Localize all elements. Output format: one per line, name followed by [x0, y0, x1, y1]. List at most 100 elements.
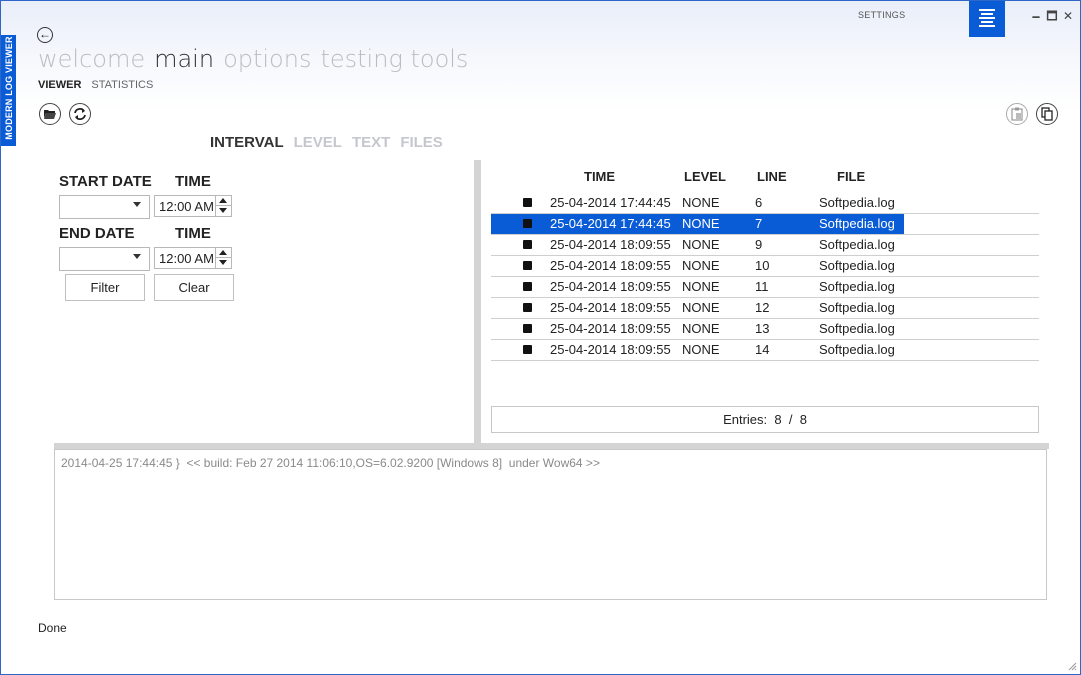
cell-line: 11 — [755, 279, 769, 294]
cell-line: 12 — [755, 300, 770, 315]
cell-file: Softpedia.log — [819, 300, 895, 315]
cell-file: Softpedia.log — [819, 279, 895, 294]
filter-button[interactable]: Filter — [65, 274, 145, 301]
filter-tabs: INTERVAL LEVEL TEXT FILES — [210, 134, 453, 151]
cell-line: 13 — [755, 321, 770, 336]
vertical-splitter[interactable] — [474, 160, 481, 443]
table-row[interactable]: 25-04-2014 18:09:55 NONE 12 Softpedia.log — [491, 298, 1039, 319]
copy-button[interactable] — [1036, 103, 1058, 125]
close-button[interactable]: ✕ — [1061, 9, 1075, 23]
cell-file: Softpedia.log — [819, 258, 895, 273]
end-date-picker[interactable] — [59, 247, 150, 271]
table-row[interactable]: 25-04-2014 18:09:55 NONE 11 Softpedia.log — [491, 277, 1039, 298]
settings-link[interactable]: SETTINGS — [858, 10, 905, 20]
menu-icon-line — [979, 17, 995, 19]
end-time-spinner[interactable] — [215, 248, 231, 268]
nav-options[interactable]: options — [223, 45, 311, 73]
paste-icon — [1011, 107, 1023, 121]
entries-shown: 8 — [774, 412, 782, 427]
tab-interval[interactable]: INTERVAL — [210, 134, 284, 151]
cell-time: 25-04-2014 18:09:55 — [550, 279, 671, 294]
end-date-label: END DATE — [59, 225, 135, 242]
cell-time: 25-04-2014 17:44:45 — [550, 195, 671, 210]
nav-main[interactable]: main — [154, 45, 214, 73]
table-row[interactable]: 25-04-2014 18:09:55 NONE 10 Softpedia.log — [491, 256, 1039, 277]
log-grid: 25-04-2014 17:44:45 NONE 6 Softpedia.log 25… — [491, 193, 1039, 361]
cell-level: NONE — [682, 216, 720, 231]
level-marker-icon — [523, 240, 532, 249]
spin-down-icon[interactable] — [216, 206, 231, 215]
nav-welcome[interactable]: welcome — [38, 45, 145, 73]
table-row[interactable]: 25-04-2014 18:09:55 NONE 9 Softpedia.log — [491, 235, 1039, 256]
column-header-file[interactable]: FILE — [837, 169, 865, 184]
chevron-down-icon — [133, 254, 141, 259]
refresh-icon — [74, 108, 86, 120]
cell-time: 25-04-2014 18:09:55 — [550, 258, 671, 273]
table-row[interactable]: 25-04-2014 18:09:55 NONE 14 Softpedia.log — [491, 340, 1039, 361]
nav-testing-tools[interactable]: testing tools — [320, 45, 468, 73]
tab-level[interactable]: LEVEL — [294, 134, 342, 151]
paste-button[interactable] — [1006, 103, 1028, 125]
cell-time: 25-04-2014 18:09:55 — [550, 300, 671, 315]
column-header-level[interactable]: LEVEL — [684, 169, 726, 184]
cell-file: Softpedia.log — [819, 342, 895, 357]
sub-nav: VIEWER STATISTICS — [38, 79, 163, 91]
open-folder-icon — [44, 110, 56, 119]
menu-button[interactable] — [969, 1, 1005, 37]
cell-time: 25-04-2014 18:09:55 — [550, 321, 671, 336]
app-window: MODERN LOG VIEWER SETTINGS 🗕 🗖 ✕ ← welco… — [0, 0, 1081, 675]
cell-line: 9 — [755, 237, 763, 252]
menu-icon-line — [981, 13, 993, 15]
start-time-value: 12:00 AM — [159, 199, 214, 214]
minimize-button[interactable]: 🗕 — [1029, 9, 1043, 23]
cell-line: 10 — [755, 258, 770, 273]
spin-up-icon[interactable] — [216, 196, 231, 206]
tab-text[interactable]: TEXT — [352, 134, 390, 151]
status-text: Done — [38, 621, 67, 635]
refresh-button[interactable] — [69, 103, 91, 125]
open-folder-button[interactable] — [39, 103, 61, 125]
start-time-spinner[interactable] — [215, 196, 231, 216]
level-marker-icon — [523, 303, 532, 312]
table-row-selected[interactable]: 25-04-2014 17:44:45 NONE 7 Softpedia.log — [491, 214, 1039, 235]
cell-line: 7 — [755, 216, 763, 231]
entries-total: 8 — [799, 412, 807, 427]
tab-statistics[interactable]: STATISTICS — [91, 79, 153, 91]
end-time-value: 12:00 AM — [159, 251, 214, 266]
start-date-picker[interactable] — [59, 195, 150, 219]
table-row[interactable]: 25-04-2014 18:09:55 NONE 13 Softpedia.log — [491, 319, 1039, 340]
spin-down-icon[interactable] — [216, 258, 231, 267]
tab-viewer[interactable]: VIEWER — [38, 79, 81, 91]
level-marker-icon — [523, 261, 532, 270]
cell-level: NONE — [682, 300, 720, 315]
cell-file: Softpedia.log — [819, 195, 895, 210]
clear-button[interactable]: Clear — [154, 274, 234, 301]
table-row[interactable]: 25-04-2014 17:44:45 NONE 6 Softpedia.log — [491, 193, 1039, 214]
cell-level: NONE — [682, 342, 720, 357]
column-header-line[interactable]: LINE — [757, 169, 787, 184]
menu-icon — [979, 9, 995, 11]
level-marker-icon — [523, 219, 532, 228]
cell-file: Softpedia.log — [819, 237, 895, 252]
side-app-tab[interactable]: MODERN LOG VIEWER — [1, 35, 16, 146]
cell-file: Softpedia.log — [819, 216, 895, 231]
spin-up-icon[interactable] — [216, 248, 231, 258]
cell-level: NONE — [682, 195, 720, 210]
chevron-down-icon — [133, 202, 141, 207]
cell-line: 6 — [755, 195, 763, 210]
maximize-button[interactable]: 🗖 — [1045, 9, 1059, 23]
start-time-label: TIME — [175, 173, 211, 190]
cell-level: NONE — [682, 258, 720, 273]
cell-level: NONE — [682, 237, 720, 252]
end-time-field[interactable]: 12:00 AM — [154, 247, 232, 269]
level-marker-icon — [523, 324, 532, 333]
resize-grip-icon[interactable] — [1068, 662, 1077, 671]
back-button[interactable]: ← — [37, 27, 53, 43]
tab-files[interactable]: FILES — [400, 134, 443, 151]
menu-icon-line — [981, 21, 993, 23]
start-time-field[interactable]: 12:00 AM — [154, 195, 232, 217]
menu-icon-line — [979, 25, 995, 27]
log-detail-panel[interactable]: 2014-04-25 17:44:45 } << build: Feb 27 2… — [54, 449, 1047, 600]
level-marker-icon — [523, 282, 532, 291]
column-header-time[interactable]: TIME — [584, 169, 615, 184]
